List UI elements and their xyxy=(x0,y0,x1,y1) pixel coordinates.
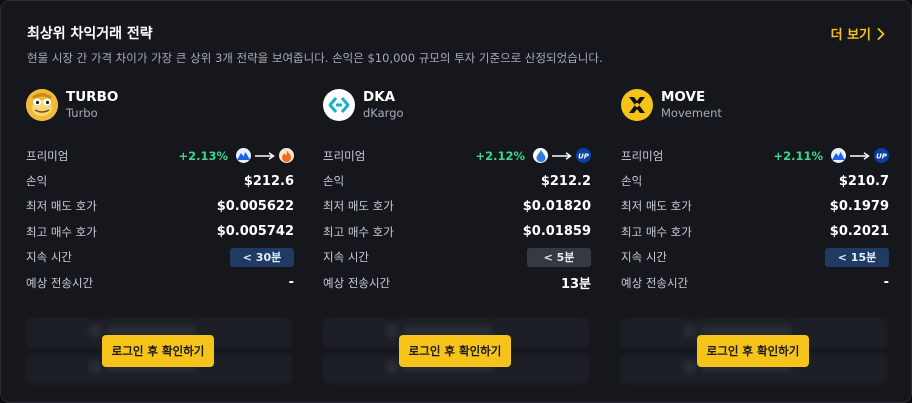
premium-value: +2.12% xyxy=(475,148,525,163)
panel-title: 최상위 차익거래 전략 xyxy=(27,26,153,42)
pnl-value: $212.2 xyxy=(540,173,591,189)
bithumb-flame-icon xyxy=(279,148,294,164)
upbit-mountain-icon xyxy=(831,148,846,164)
highest-bid-label: 최고 매수 호가 xyxy=(26,224,97,239)
arrow-right-icon xyxy=(850,151,870,160)
pnl-label: 손익 xyxy=(621,174,643,189)
pnl-value: $212.6 xyxy=(243,173,294,189)
premium-value: +2.11% xyxy=(773,148,823,163)
arrow-right-icon xyxy=(552,151,572,160)
login-to-view-button[interactable]: 로그인 후 확인하기 xyxy=(697,335,809,368)
lowest-ask-value: $0.005622 xyxy=(216,198,294,214)
upbit-mountain-icon xyxy=(236,148,251,164)
highest-bid-label: 최고 매수 호가 xyxy=(621,224,692,239)
pnl-label: 손익 xyxy=(26,174,48,189)
dkargo-icon xyxy=(323,89,355,121)
transfer-time-label: 예상 전송시간 xyxy=(323,275,391,290)
chevron-right-icon xyxy=(877,27,885,40)
transfer-time-label: 예상 전송시간 xyxy=(621,275,689,290)
arrow-right-icon xyxy=(255,151,275,160)
transfer-time-label: 예상 전송시간 xyxy=(26,275,94,290)
locked-exchange-list: 로그인 후 확인하기 xyxy=(621,318,889,390)
highest-bid-label: 최고 매수 호가 xyxy=(323,224,394,239)
token-symbol: TURBO xyxy=(66,89,119,105)
see-more-link[interactable]: 더 보기 xyxy=(831,24,885,43)
premium-label: 프리미엄 xyxy=(621,148,664,163)
transfer-time-value: 13분 xyxy=(560,277,591,293)
turbo-frog-icon xyxy=(26,89,58,121)
lowest-ask-label: 최저 매도 호가 xyxy=(26,199,97,214)
token-name: dKargo xyxy=(363,106,404,120)
upbit-up-icon: UP xyxy=(576,148,591,164)
premium-label: 프리미엄 xyxy=(323,148,366,163)
svg-text:UP: UP xyxy=(876,153,888,161)
lowest-ask-value: $0.1979 xyxy=(829,198,889,214)
pnl-label: 손익 xyxy=(323,174,345,189)
duration-label: 지속 시간 xyxy=(26,250,72,265)
token-symbol: MOVE xyxy=(661,89,706,105)
premium-label: 프리미엄 xyxy=(26,148,69,163)
transfer-time-value: - xyxy=(288,275,294,291)
highest-bid-value: $0.2021 xyxy=(829,224,889,240)
login-to-view-button[interactable]: 로그인 후 확인하기 xyxy=(102,335,214,368)
see-more-label: 더 보기 xyxy=(830,28,871,43)
movement-icon xyxy=(621,89,653,121)
lowest-ask-value: $0.01820 xyxy=(522,198,591,214)
premium-value: +2.13% xyxy=(178,148,228,163)
highest-bid-value: $0.01859 xyxy=(522,224,591,240)
transfer-time-value: - xyxy=(883,275,889,291)
login-to-view-button[interactable]: 로그인 후 확인하기 xyxy=(399,335,511,368)
token-name: Turbo xyxy=(66,106,98,120)
duration-label: 지속 시간 xyxy=(621,250,667,265)
strategy-card-turbo: TURBO Turbo 프리미엄 +2.13% 손익 $212.6 최저 매도 … xyxy=(26,87,294,390)
locked-exchange-list: 로그인 후 확인하기 xyxy=(323,318,591,390)
upbit-up-icon: UP xyxy=(874,148,889,164)
coinone-drop-icon xyxy=(533,148,548,164)
panel-subtitle: 현물 시장 간 가격 차이가 가장 큰 상위 3개 전략을 보여줍니다. 손익은… xyxy=(27,51,603,65)
strategy-card-move: MOVE Movement 프리미엄 +2.11% UP 손익 $210.7 최… xyxy=(621,87,889,390)
svg-text:UP: UP xyxy=(578,153,590,161)
highest-bid-value: $0.005742 xyxy=(216,224,294,240)
token-symbol: DKA xyxy=(363,89,396,105)
duration-badge: < 30분 xyxy=(230,247,294,267)
duration-badge: < 15분 xyxy=(825,247,889,267)
lowest-ask-label: 최저 매도 호가 xyxy=(323,199,394,214)
pnl-value: $210.7 xyxy=(838,173,889,189)
strategy-card-dka: DKA dKargo 프리미엄 +2.12% UP 손익 $212.2 최저 매… xyxy=(323,87,591,390)
duration-badge: < 5분 xyxy=(527,247,591,267)
token-name: Movement xyxy=(661,106,722,120)
duration-label: 지속 시간 xyxy=(323,250,369,265)
locked-exchange-list: 로그인 후 확인하기 xyxy=(26,318,294,390)
lowest-ask-label: 최저 매도 호가 xyxy=(621,199,692,214)
arbitrage-panel: 최상위 차익거래 전략 현물 시장 간 가격 차이가 가장 큰 상위 3개 전략… xyxy=(0,0,912,403)
